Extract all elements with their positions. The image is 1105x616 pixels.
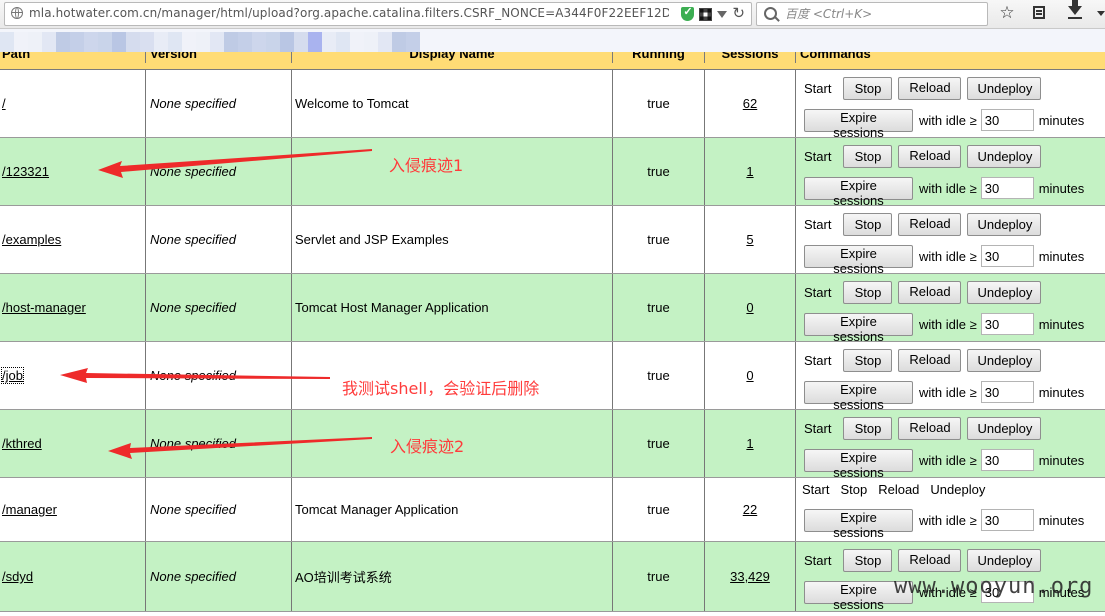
arrow-1 xyxy=(98,149,372,178)
arrow-3 xyxy=(108,437,372,459)
annotation-intrusion-1: 入侵痕迹1 xyxy=(389,156,464,175)
annotation-intrusion-2: 入侵痕迹2 xyxy=(390,437,465,456)
arrow-2 xyxy=(60,368,330,383)
annotation-arrows xyxy=(60,149,372,459)
annotation-test-shell: 我测试shell，会验证后删除 xyxy=(342,379,540,398)
watermark: www.wooyun.org xyxy=(894,574,1094,599)
